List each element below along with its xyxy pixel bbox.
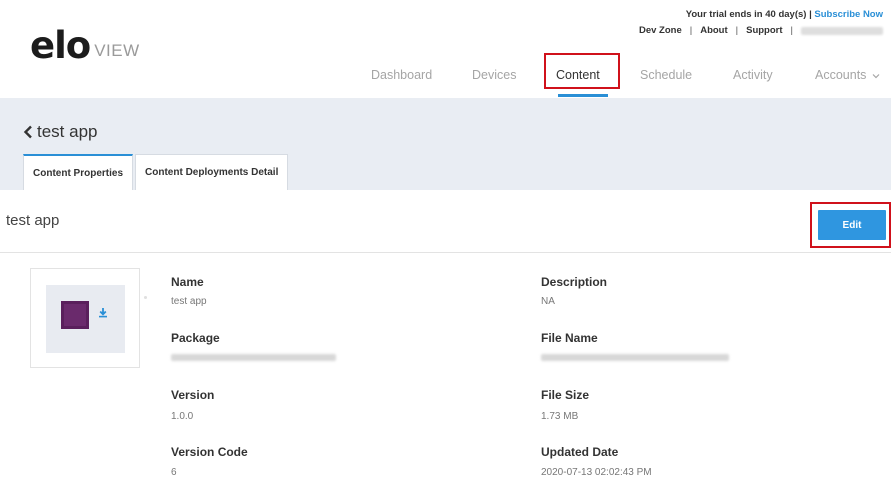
support-link[interactable]: Support: [746, 25, 782, 36]
package-label: Package: [171, 331, 220, 345]
divider: [0, 252, 891, 253]
header: elo VIEW Your trial ends in 40 day(s) | …: [0, 0, 891, 98]
nav-devices[interactable]: Devices: [472, 68, 516, 82]
version-value: 1.0.0: [171, 411, 194, 422]
chevron-down-icon: [872, 73, 880, 79]
app-icon: [61, 301, 89, 329]
package-value-redacted: [171, 354, 336, 361]
app-thumbnail: [30, 268, 140, 368]
dev-zone-link[interactable]: Dev Zone: [639, 25, 682, 36]
updated-date-label: Updated Date: [541, 445, 619, 459]
trial-text: Your trial ends in 40 day(s) |: [685, 9, 815, 20]
description-label: Description: [541, 275, 608, 289]
back-link[interactable]: test app: [23, 122, 98, 142]
trial-notice: Your trial ends in 40 day(s) | Subscribe…: [686, 9, 883, 20]
separator: |: [735, 25, 739, 36]
description-value: NA: [541, 296, 555, 307]
nav-dashboard[interactable]: Dashboard: [371, 68, 432, 82]
download-icon[interactable]: [98, 307, 108, 318]
subscribe-now-link[interactable]: Subscribe Now: [814, 9, 883, 20]
highlight-box-content: [544, 53, 620, 89]
file-name-value-redacted: [541, 354, 729, 361]
file-size-value: 1.73 MB: [541, 411, 579, 422]
page-title: test app: [6, 212, 60, 229]
file-name-label: File Name: [541, 331, 598, 345]
content-tabs: Content Properties Content Deployments D…: [23, 154, 289, 190]
about-link[interactable]: About: [700, 25, 727, 36]
name-label: Name: [171, 275, 204, 289]
nav-schedule[interactable]: Schedule: [640, 68, 692, 82]
decorative-dot: [144, 296, 147, 299]
thumbnail-panel: [46, 285, 125, 353]
separator: |: [790, 25, 793, 36]
user-account-redacted[interactable]: [801, 26, 883, 35]
tab-content-properties[interactable]: Content Properties: [23, 154, 134, 190]
version-code-value: 6: [171, 467, 177, 478]
tab-content-deployments-detail[interactable]: Content Deployments Detail: [135, 154, 289, 190]
updated-date-value: 2020-07-13 02:02:43 PM: [541, 467, 652, 478]
elo-view-logo[interactable]: elo VIEW: [30, 26, 140, 66]
separator: |: [689, 25, 693, 36]
version-code-label: Version Code: [171, 445, 248, 459]
active-nav-underline: [558, 94, 608, 97]
logo-main-text: elo: [30, 24, 91, 67]
back-chevron-icon: [23, 125, 32, 139]
name-value: test app: [171, 296, 207, 307]
nav-accounts-label: Accounts: [815, 68, 867, 82]
nav-accounts[interactable]: Accounts: [815, 68, 880, 82]
logo-sub-text: VIEW: [94, 41, 140, 60]
nav-activity[interactable]: Activity: [733, 68, 773, 82]
back-title: test app: [37, 122, 98, 141]
version-label: Version: [171, 388, 215, 402]
utility-links: Dev Zone | About | Support |: [639, 25, 883, 36]
highlight-box-edit: [810, 202, 891, 248]
file-size-label: File Size: [541, 388, 590, 402]
